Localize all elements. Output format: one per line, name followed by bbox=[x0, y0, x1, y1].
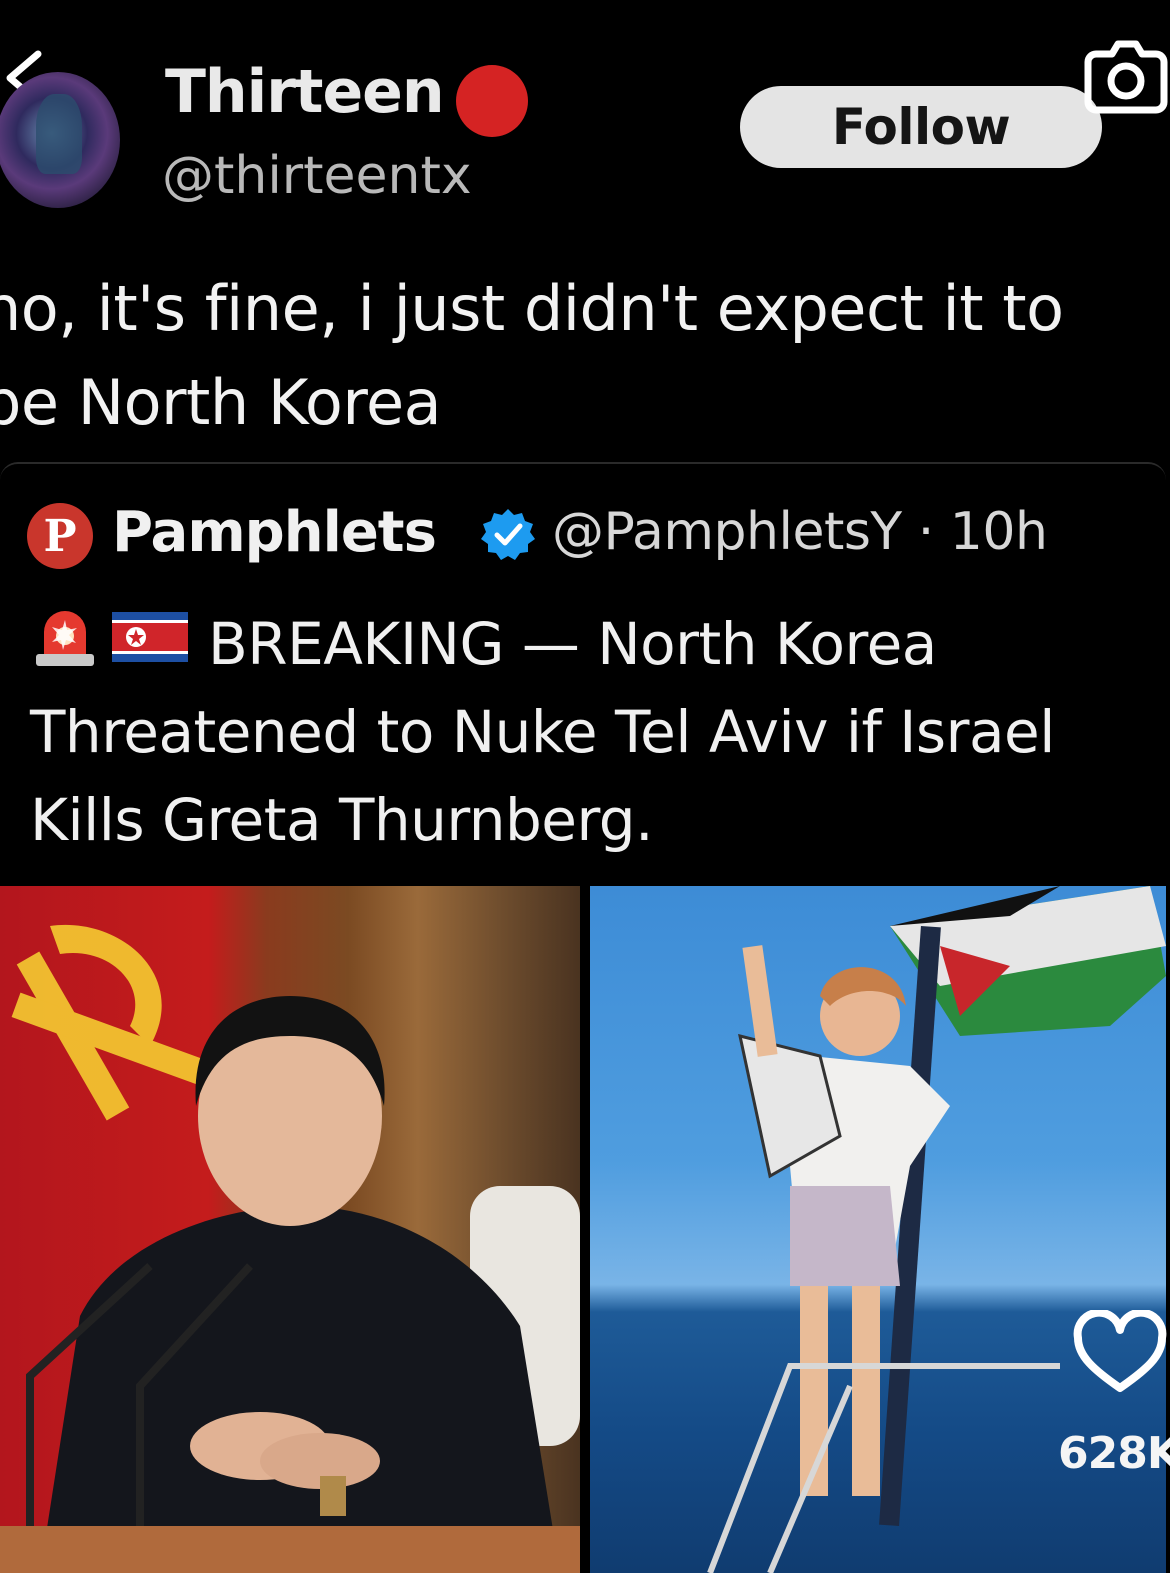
status-badge bbox=[456, 65, 528, 137]
media-image-left[interactable] bbox=[0, 886, 580, 1573]
like-count: 628K bbox=[1058, 1428, 1170, 1479]
quoted-handle-time: @PamphletsY · 10h bbox=[552, 502, 1048, 562]
verified-icon bbox=[480, 506, 536, 562]
pamphlets-logo: P bbox=[27, 503, 93, 569]
user-handle[interactable]: @thirteentx bbox=[162, 150, 472, 202]
heart-icon[interactable] bbox=[1072, 1308, 1168, 1396]
avatar[interactable] bbox=[0, 72, 120, 208]
post-text: no, it's fine, i just didn't expect it t… bbox=[0, 272, 1064, 439]
quoted-post-text-body: BREAKING — North Korea Threatened to Nuk… bbox=[30, 610, 1055, 854]
display-name[interactable]: Thirteen bbox=[165, 62, 445, 122]
camera-icon[interactable] bbox=[1082, 34, 1168, 116]
quoted-post-text: BREAKING — North Korea Threatened to Nuk… bbox=[30, 600, 1150, 864]
quoted-author-name[interactable]: Pamphlets bbox=[112, 502, 437, 564]
follow-button[interactable]: Follow bbox=[740, 86, 1102, 168]
